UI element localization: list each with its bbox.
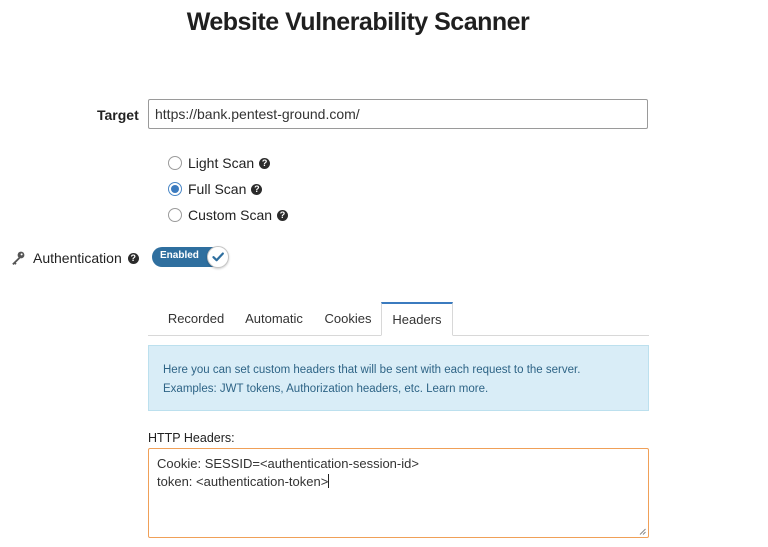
header-line-token-wrap: token: <authentication-token> xyxy=(157,473,640,491)
tab-cookies[interactable]: Cookies xyxy=(316,302,380,335)
custom-scan-label: Custom Scan xyxy=(188,207,273,223)
http-headers-textarea[interactable]: Cookie: SESSID=<authentication-session-i… xyxy=(148,448,649,538)
text-caret xyxy=(328,474,330,488)
question-circle-icon[interactable]: ? xyxy=(277,209,289,221)
tab-automatic[interactable]: Automatic xyxy=(238,302,310,335)
question-circle-icon[interactable]: ? xyxy=(127,252,139,264)
question-circle-icon[interactable]: ? xyxy=(259,157,271,169)
auth-method-tabs: Recorded Automatic Cookies Headers xyxy=(148,302,649,336)
custom-scan-radio[interactable] xyxy=(168,208,182,222)
learn-more-link[interactable]: Learn more. xyxy=(426,383,488,395)
scan-option-custom[interactable]: Custom Scan ? xyxy=(168,205,289,225)
authentication-label: Authentication xyxy=(33,250,122,266)
resize-handle-icon[interactable] xyxy=(639,528,646,535)
toggle-knob xyxy=(207,246,229,268)
scan-option-light[interactable]: Light Scan ? xyxy=(168,153,271,173)
full-scan-radio[interactable] xyxy=(168,182,182,196)
full-scan-label: Full Scan xyxy=(188,181,247,197)
info-examples: Examples: JWT tokens, Authorization head… xyxy=(163,383,423,395)
toggle-state-label: Enabled xyxy=(160,250,199,261)
page-title: Website Vulnerability Scanner xyxy=(186,8,530,36)
target-label: Target xyxy=(97,107,139,123)
header-line-cookie: Cookie: SESSID=<authentication-session-i… xyxy=(157,456,419,471)
scan-option-full[interactable]: Full Scan ? xyxy=(168,179,263,199)
question-circle-icon[interactable]: ? xyxy=(251,183,263,195)
key-icon xyxy=(11,251,25,265)
target-url-input[interactable] xyxy=(148,99,648,129)
tab-headers[interactable]: Headers xyxy=(381,302,453,336)
tab-recorded[interactable]: Recorded xyxy=(158,302,234,335)
header-line-token: token: <authentication-token> xyxy=(157,474,329,489)
light-scan-label: Light Scan xyxy=(188,155,255,171)
http-headers-label: HTTP Headers: xyxy=(148,431,235,445)
headers-info-box: Here you can set custom headers that wil… xyxy=(148,345,649,411)
info-text-line1: Here you can set custom headers that wil… xyxy=(163,364,581,376)
authentication-row: Authentication ? xyxy=(11,249,139,267)
light-scan-radio[interactable] xyxy=(168,156,182,170)
checkmark-icon xyxy=(212,252,224,262)
info-text-line2: Examples: JWT tokens, Authorization head… xyxy=(163,380,634,399)
authentication-toggle[interactable]: Enabled xyxy=(152,246,229,268)
